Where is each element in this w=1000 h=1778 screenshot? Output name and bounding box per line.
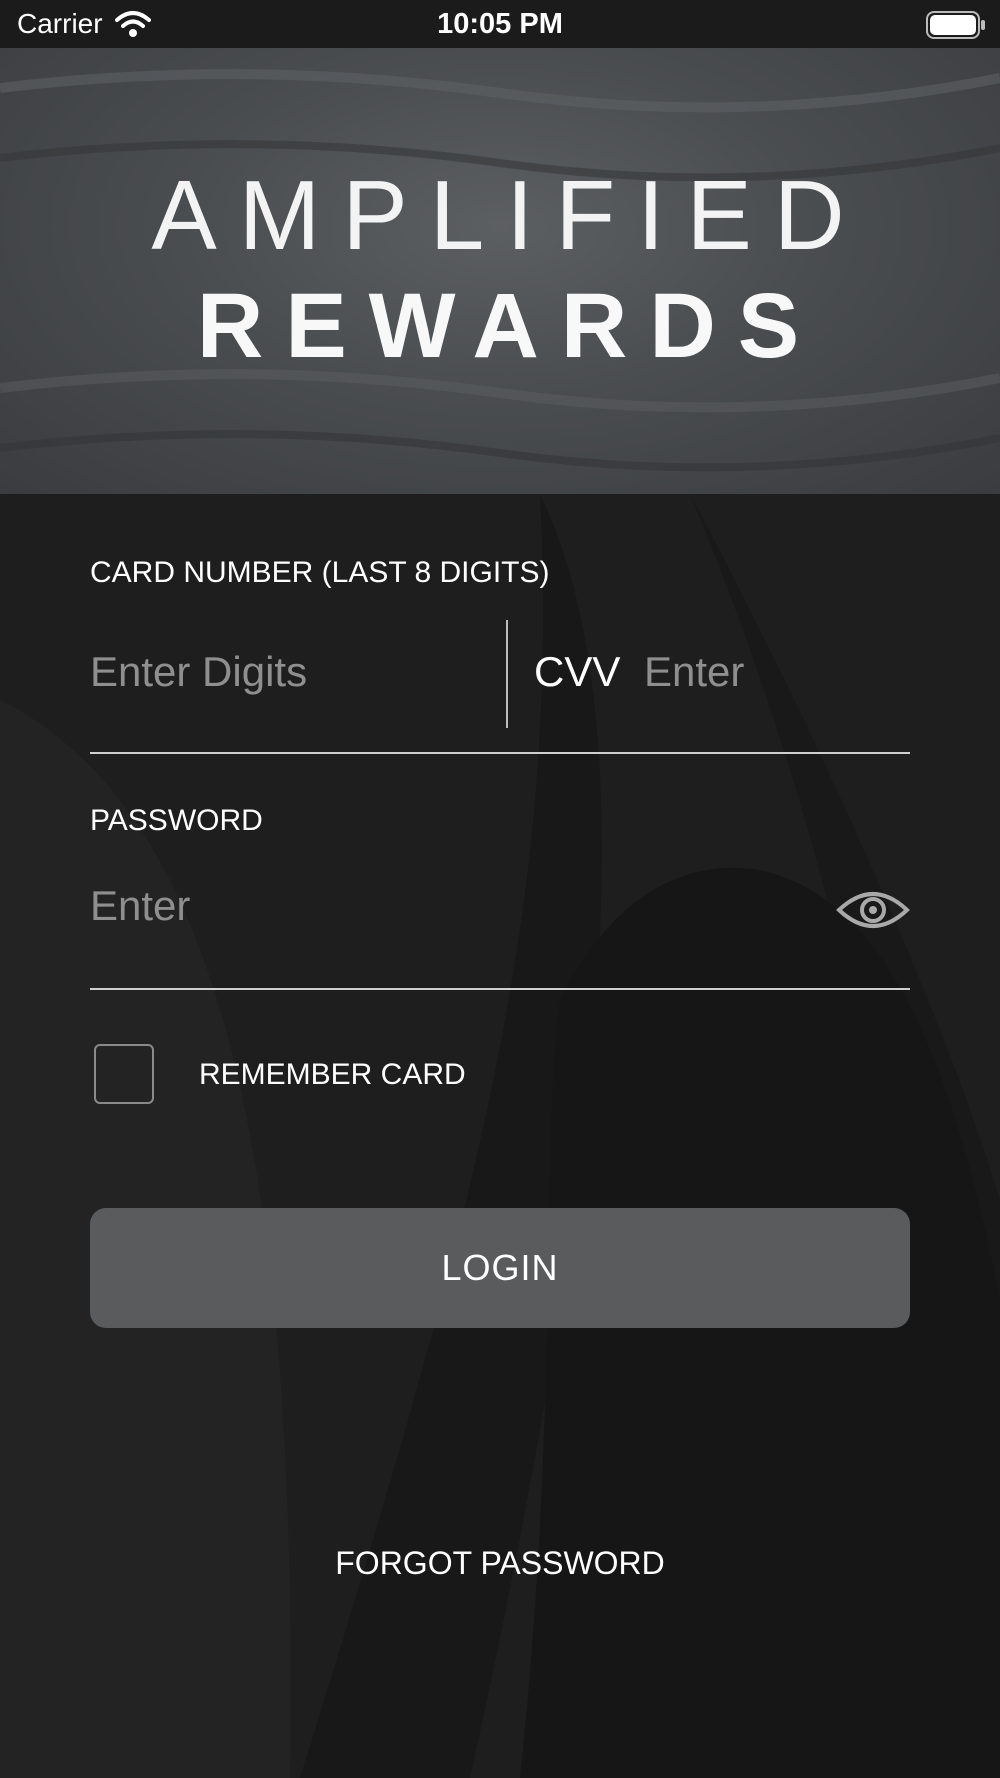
brand-title-bottom: REWARDS bbox=[196, 275, 822, 377]
brand-title-top: AMPLIFIED bbox=[151, 160, 867, 270]
cvv-label: CVV bbox=[534, 648, 621, 695]
card-cvv-divider bbox=[506, 620, 508, 728]
hero-banner: AMPLIFIED REWARDS bbox=[0, 48, 1000, 494]
sand-texture bbox=[0, 69, 1000, 472]
password-input[interactable]: Enter bbox=[90, 882, 190, 930]
forgot-password-link[interactable]: FORGOT PASSWORD bbox=[0, 1545, 1000, 1582]
password-label: PASSWORD bbox=[90, 804, 263, 837]
password-field-underline bbox=[90, 988, 910, 990]
card-number-label: CARD NUMBER (LAST 8 DIGITS) bbox=[90, 556, 550, 589]
cvv-input[interactable]: Enter bbox=[644, 648, 744, 696]
login-button[interactable]: LOGIN bbox=[90, 1208, 910, 1328]
eye-icon[interactable] bbox=[836, 886, 910, 934]
remember-card-checkbox[interactable] bbox=[94, 1044, 154, 1104]
remember-card-label[interactable]: REMEMBER CARD bbox=[199, 1058, 466, 1092]
card-field-underline bbox=[90, 752, 910, 754]
status-time: 10:05 PM bbox=[437, 8, 563, 40]
status-bar: Carrier 10:05 PM bbox=[0, 0, 1000, 48]
card-number-input[interactable]: Enter Digits bbox=[90, 648, 307, 696]
battery-icon bbox=[926, 11, 985, 39]
